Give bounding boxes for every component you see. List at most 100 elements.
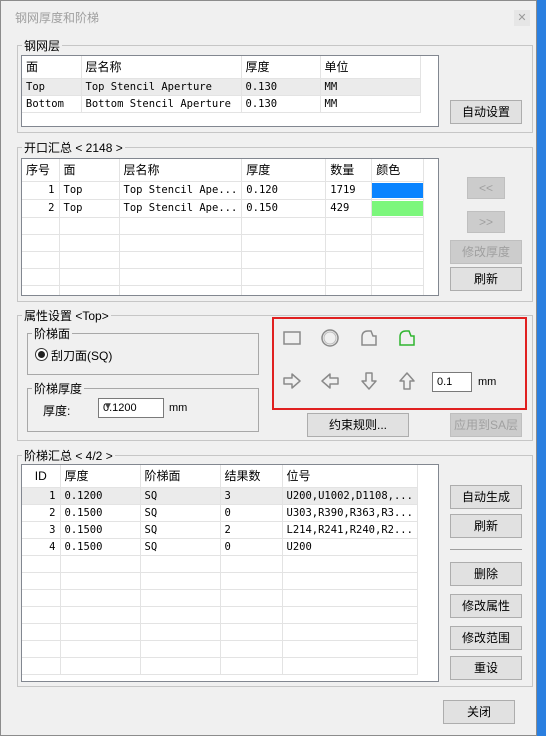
table-cell: 4 xyxy=(22,538,61,556)
table-header-row: ID 厚度 阶梯面 结果数 位号 xyxy=(22,465,418,488)
table-cell: 0.120 xyxy=(241,181,327,200)
empty-row xyxy=(22,234,425,252)
color-swatch xyxy=(372,200,423,216)
table-row[interactable]: 1 0.1200 SQ 3 U200,U1002,D1108,... xyxy=(22,487,418,505)
thickness-combo[interactable]: 0.1200 ▼ xyxy=(98,398,164,418)
table-cell: 1 xyxy=(22,181,60,200)
sq-radio-label: 刮刀面(SQ) xyxy=(51,349,113,363)
circle-icon[interactable] xyxy=(320,328,340,348)
title-bar: 钢网厚度和阶梯 ✕ xyxy=(1,1,536,33)
column-header: 阶梯面 xyxy=(140,465,221,488)
table-row[interactable]: Bottom Bottom Stencil Aperture 0.130 MM xyxy=(22,95,421,113)
next-button[interactable]: >> xyxy=(467,211,505,233)
chamfer-shape-green-icon[interactable] xyxy=(397,328,417,348)
rectangle-icon[interactable] xyxy=(282,328,302,348)
table-cell: Top xyxy=(59,199,120,218)
constraint-rules-button[interactable]: 约束规则... xyxy=(307,413,409,437)
close-icon[interactable]: ✕ xyxy=(514,10,530,26)
table-cell: 1 xyxy=(22,487,61,505)
table-header-row: 序号 面 层名称 厚度 数量 颜色 xyxy=(22,159,425,182)
openings-grid: 序号 面 层名称 厚度 数量 颜色 1 Top Top Stencil Ape.… xyxy=(22,159,425,295)
chamfer-shape-icon[interactable] xyxy=(359,328,379,348)
column-header: 结果数 xyxy=(220,465,283,488)
step-thickness-legend: 阶梯厚度 xyxy=(34,382,83,396)
close-button[interactable]: 关闭 xyxy=(443,700,515,724)
column-header: ID xyxy=(22,465,61,488)
column-header: 面 xyxy=(59,159,120,182)
table-cell: Top xyxy=(59,181,120,200)
table-row[interactable]: 2 Top Top Stencil Ape... 0.150 429 xyxy=(22,199,425,218)
table-cell: 0 xyxy=(220,538,283,556)
step-summary-grid: ID 厚度 阶梯面 结果数 位号 1 0.1200 SQ 3 U200,U100… xyxy=(22,465,418,675)
column-header: 面 xyxy=(22,56,82,79)
prev-button[interactable]: << xyxy=(467,177,505,199)
step-face-legend: 阶梯面 xyxy=(34,327,71,341)
apply-sa-layer-button[interactable]: 应用到SA层 xyxy=(450,413,522,437)
thickness-unit: mm xyxy=(169,402,188,414)
table-cell: 0.1200 xyxy=(60,487,141,505)
stencil-layers-table[interactable]: 面 层名称 厚度 单位 Top Top Stencil Aperture 0.1… xyxy=(21,55,439,127)
modify-thickness-button[interactable]: 修改厚度 xyxy=(450,240,522,264)
table-cell: SQ xyxy=(140,538,221,556)
table-cell: 0.150 xyxy=(241,199,327,218)
column-header: 层名称 xyxy=(81,56,242,79)
arrow-down-icon[interactable] xyxy=(359,371,379,391)
reset-button[interactable]: 重设 xyxy=(450,656,522,680)
table-row[interactable]: 1 Top Top Stencil Ape... 0.120 1719 xyxy=(22,181,425,200)
auto-generate-button[interactable]: 自动生成 xyxy=(450,485,522,509)
empty-row xyxy=(22,589,418,607)
stencil-layers-legend: 钢网层 xyxy=(24,39,61,53)
column-header: 厚度 xyxy=(241,56,321,79)
desktop-background xyxy=(536,0,546,736)
table-row[interactable]: 3 0.1500 SQ 2 L214,R241,R240,R2... xyxy=(22,521,418,539)
step-summary-table[interactable]: ID 厚度 阶梯面 结果数 位号 1 0.1200 SQ 3 U200,U100… xyxy=(21,464,439,682)
offset-input[interactable] xyxy=(432,372,472,392)
color-cell[interactable] xyxy=(371,199,425,218)
table-row[interactable]: Top Top Stencil Aperture 0.130 MM xyxy=(22,78,421,96)
column-header: 层名称 xyxy=(119,159,243,182)
empty-row xyxy=(22,268,425,286)
empty-row xyxy=(22,606,418,624)
empty-row xyxy=(22,657,418,675)
table-cell: Top xyxy=(22,78,82,96)
openings-table[interactable]: 序号 面 层名称 厚度 数量 颜色 1 Top Top Stencil Ape.… xyxy=(21,158,439,296)
table-row[interactable]: 4 0.1500 SQ 0 U200 xyxy=(22,538,418,556)
arrow-left-icon[interactable] xyxy=(320,371,340,391)
step-summary-legend: 阶梯汇总 < 4/2 > xyxy=(24,449,113,463)
table-cell: Top Stencil Aperture xyxy=(81,78,242,96)
table-cell: 0.1500 xyxy=(60,504,141,522)
table-cell: 0.130 xyxy=(241,95,321,113)
table-cell: 0 xyxy=(220,504,283,522)
column-header: 位号 xyxy=(282,465,418,488)
delete-button[interactable]: 删除 xyxy=(450,562,522,586)
table-cell: MM xyxy=(320,78,421,96)
refresh-openings-button[interactable]: 刷新 xyxy=(450,267,522,291)
openings-legend: 开口汇总 < 2148 > xyxy=(24,141,123,155)
empty-row xyxy=(22,640,418,658)
table-cell: SQ xyxy=(140,521,221,539)
window-title: 钢网厚度和阶梯 xyxy=(15,11,100,25)
table-cell: 429 xyxy=(325,199,373,218)
table-cell: L214,R241,R240,R2... xyxy=(282,521,418,539)
modify-properties-button[interactable]: 修改属性 xyxy=(450,594,522,618)
auto-set-button[interactable]: 自动设置 xyxy=(450,100,522,124)
modify-range-button[interactable]: 修改范围 xyxy=(450,626,522,650)
column-header: 厚度 xyxy=(241,159,327,182)
table-row[interactable]: 2 0.1500 SQ 0 U303,R390,R363,R3... xyxy=(22,504,418,522)
column-header: 序号 xyxy=(22,159,60,182)
button-separator xyxy=(450,549,522,550)
table-cell: Top Stencil Ape... xyxy=(119,199,243,218)
refresh-steps-button[interactable]: 刷新 xyxy=(450,514,522,538)
arrow-up-icon[interactable] xyxy=(397,371,417,391)
table-cell: U200 xyxy=(282,538,418,556)
table-cell: 2 xyxy=(22,199,60,218)
arrow-right-icon[interactable] xyxy=(282,371,302,391)
table-cell: Top Stencil Ape... xyxy=(119,181,243,200)
stencil-layers-grid: 面 层名称 厚度 单位 Top Top Stencil Aperture 0.1… xyxy=(22,56,421,113)
column-header: 单位 xyxy=(320,56,421,79)
color-cell[interactable] xyxy=(371,181,425,200)
table-cell: 2 xyxy=(22,504,61,522)
table-cell: 2 xyxy=(220,521,283,539)
empty-row xyxy=(22,555,418,573)
sq-radio[interactable] xyxy=(35,348,48,361)
